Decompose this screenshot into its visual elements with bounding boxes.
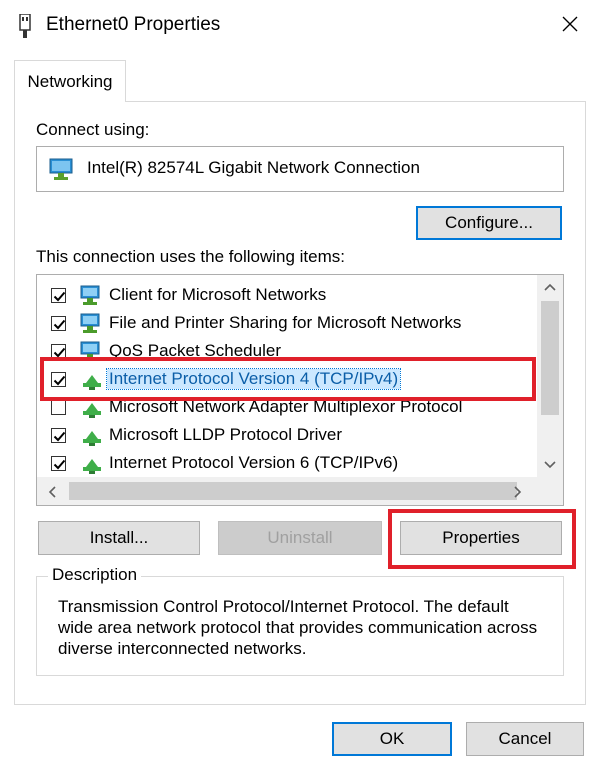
horizontal-scroll-thumb[interactable] — [69, 482, 517, 500]
description-text: Transmission Control Protocol/Internet P… — [58, 597, 538, 658]
close-button[interactable] — [540, 0, 600, 52]
scroll-down-icon[interactable] — [544, 457, 556, 473]
item-label: Internet Protocol Version 6 (TCP/IPv6) — [109, 453, 399, 472]
item-label: Microsoft LLDP Protocol Driver — [109, 425, 343, 444]
tab-label: Networking — [27, 71, 113, 91]
window-title: Ethernet0 Properties — [46, 14, 221, 35]
item-checkbox[interactable] — [51, 456, 66, 471]
item-checkbox[interactable] — [51, 316, 66, 331]
list-item[interactable]: Client for Microsoft Networks — [37, 282, 537, 310]
close-icon — [561, 15, 579, 38]
protocol-icon — [79, 453, 105, 475]
item-checkbox[interactable] — [51, 400, 66, 415]
item-checkbox[interactable] — [51, 428, 66, 443]
dialog-footer: OK Cancel — [0, 706, 600, 774]
description-legend: Description — [48, 565, 142, 585]
install-button[interactable]: Install... — [38, 521, 200, 555]
scroll-up-icon[interactable] — [544, 279, 556, 295]
uninstall-button-label: Uninstall — [267, 528, 333, 547]
adapter-display: Intel(R) 82574L Gigabit Network Connecti… — [36, 146, 564, 192]
network-adapter-icon — [18, 13, 32, 38]
uninstall-button[interactable]: Uninstall — [218, 521, 382, 555]
network-client-icon — [79, 285, 105, 307]
items-section-label: This connection uses the following items… — [36, 247, 345, 266]
title-bar: Ethernet0 Properties — [0, 0, 600, 52]
list-item[interactable]: File and Printer Sharing for Microsoft N… — [37, 310, 537, 338]
item-checkbox[interactable] — [51, 288, 66, 303]
scroll-right-icon[interactable] — [513, 485, 523, 501]
install-button-label: Install... — [89, 528, 149, 547]
properties-highlight-annotation — [388, 509, 576, 569]
ok-button-label: OK — [379, 729, 405, 748]
ok-button[interactable]: OK — [332, 722, 452, 756]
cancel-button-label: Cancel — [498, 729, 552, 748]
network-adapter-icon — [49, 157, 75, 181]
configure-button-label: Configure... — [445, 213, 533, 232]
protocol-icon — [79, 425, 105, 447]
tab-networking[interactable]: Networking — [14, 60, 126, 102]
cancel-button[interactable]: Cancel — [466, 722, 584, 756]
network-service-icon — [79, 313, 105, 335]
horizontal-scrollbar[interactable] — [37, 477, 563, 505]
ipv4-highlight-annotation — [40, 357, 536, 401]
item-label: File and Printer Sharing for Microsoft N… — [109, 313, 462, 332]
list-item[interactable]: Internet Protocol Version 6 (TCP/IPv6) — [37, 450, 537, 478]
connect-using-label: Connect using: — [36, 120, 150, 139]
vertical-scrollbar[interactable] — [537, 275, 563, 479]
item-label: Client for Microsoft Networks — [109, 285, 327, 304]
vertical-scroll-thumb[interactable] — [541, 301, 559, 415]
adapter-name: Intel(R) 82574L Gigabit Network Connecti… — [87, 158, 420, 177]
scroll-left-icon[interactable] — [47, 485, 57, 501]
configure-button[interactable]: Configure... — [416, 206, 562, 240]
list-item[interactable]: Microsoft LLDP Protocol Driver — [37, 422, 537, 450]
